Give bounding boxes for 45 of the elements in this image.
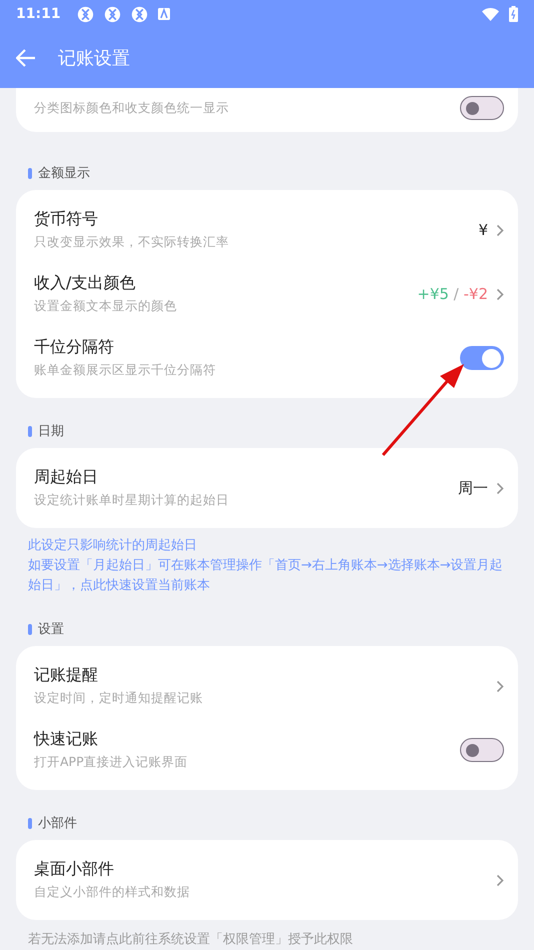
notification-icon	[158, 8, 170, 20]
wifi-icon	[482, 7, 499, 21]
item-title: 记账提醒	[34, 665, 99, 686]
item-title: 快速记账	[34, 729, 99, 750]
aperture-icon	[104, 6, 121, 22]
section-marker	[28, 168, 32, 178]
status-time: 11:11	[16, 6, 61, 22]
toggle-switch[interactable]	[460, 96, 504, 120]
item-subtitle: 设定时间，定时通知提醒记账	[34, 690, 204, 707]
item-subtitle: 只改变显示效果，不实际转换汇率	[34, 234, 230, 251]
item-subtitle: 设定统计账单时星期计算的起始日	[34, 492, 230, 509]
aperture-icon	[130, 6, 148, 22]
section-marker	[28, 818, 32, 828]
item-title: 桌面小部件	[34, 859, 115, 880]
item-subtitle: 自定义小部件的样式和数据	[34, 884, 191, 901]
toggle-switch[interactable]	[460, 738, 504, 762]
item-subtitle: 账单金额展示区显示千位分隔符	[34, 362, 217, 379]
item-value: ¥	[478, 221, 488, 239]
section-label: 小部件	[38, 815, 77, 832]
item-title: 千位分隔符	[34, 337, 115, 358]
section-label: 日期	[38, 423, 64, 440]
info-note[interactable]: 此设定只影响统计的周起始日 如要设置「月起始日」可在账本管理操作「首页→右上角账本→选择账本→设置月起始日」，点此快速设置当前账本	[16, 528, 518, 596]
item-subtitle: 设置金额文本显示的颜色	[34, 298, 178, 315]
chevron-right-icon	[496, 288, 504, 300]
back-button[interactable]	[16, 49, 36, 67]
chevron-right-icon	[496, 680, 504, 692]
toggle-switch[interactable]	[460, 346, 504, 370]
chevron-right-icon	[496, 224, 504, 236]
section-marker	[28, 624, 32, 634]
item-subtitle: 分类图标颜色和收支颜色统一显示	[34, 100, 230, 116]
item-value: 周一	[458, 478, 488, 498]
section-marker	[28, 426, 32, 436]
item-title: 货币符号	[34, 209, 99, 230]
footer-note[interactable]: 若无法添加请点此前往系统设置「权限管理」授予此权限	[16, 920, 518, 950]
item-title: 收入/支出颜色	[34, 273, 136, 294]
chevron-right-icon	[496, 874, 504, 886]
chevron-right-icon	[496, 482, 504, 494]
page-title: 记账设置	[58, 47, 130, 70]
item-title: 周起始日	[34, 467, 99, 488]
section-label: 设置	[38, 621, 64, 638]
item-value: +¥5 / -¥2	[417, 285, 488, 303]
section-label: 金额显示	[38, 165, 90, 182]
battery-icon	[509, 6, 518, 22]
aperture-icon	[76, 6, 94, 22]
item-subtitle: 打开APP直接进入记账界面	[34, 754, 189, 771]
